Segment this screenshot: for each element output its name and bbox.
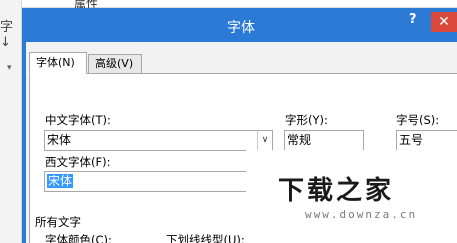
font-size-value: 五号 (399, 133, 424, 147)
close-button[interactable]: ✕ (431, 12, 457, 32)
tab-advanced[interactable]: 高级(V) (88, 54, 142, 74)
dialog-title: 字体 (227, 20, 255, 36)
help-button[interactable]: ? (409, 12, 417, 27)
chevron-down-icon[interactable]: ∨ (257, 131, 272, 150)
watermark-logo-text: 下载之家 (278, 176, 395, 206)
western-font-value: 宋体 (47, 174, 74, 188)
chinese-font-combobox[interactable]: 宋体 ∨ (44, 130, 273, 151)
underline-style-label: 下划线线型(U): (166, 233, 245, 243)
tab-font[interactable]: 字体(N) (29, 52, 87, 74)
watermark-url: www.downza.cn (305, 208, 418, 221)
sort-icon: 字↓ (0, 20, 14, 50)
font-style-value: 常规 (287, 133, 312, 147)
western-font-combobox[interactable]: 宋体 (44, 171, 273, 192)
all-text-section-label: 所有文字 (35, 215, 81, 229)
chinese-font-label: 中文字体(T): (45, 113, 111, 127)
font-size-label: 字号(S): (396, 113, 440, 127)
background-left-panel: 字↓ ▾ (0, 0, 22, 243)
dropdown-arrow-icon: ▾ (7, 63, 12, 73)
font-style-label: 字形(Y): (285, 113, 328, 127)
dialog-title-bar[interactable]: 字体 ? ✕ (22, 8, 457, 42)
font-color-label: 字体颜色(C): (45, 233, 112, 243)
chinese-font-value: 宋体 (47, 133, 72, 147)
western-font-label: 西文字体(F): (45, 155, 111, 169)
